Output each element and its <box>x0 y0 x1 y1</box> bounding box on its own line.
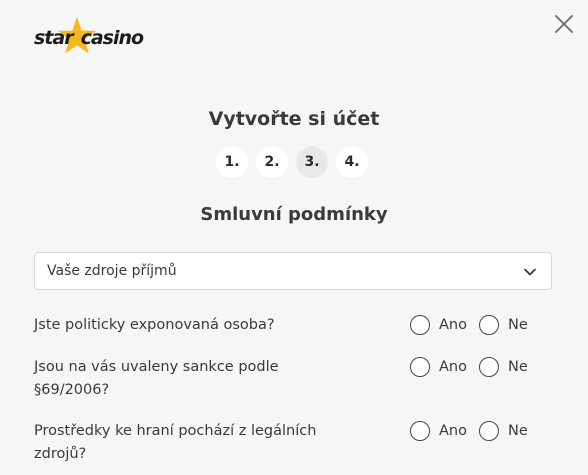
question-legal-funds-no[interactable]: Ne <box>478 421 528 441</box>
question-pep-yes[interactable]: Ano <box>410 315 467 335</box>
question-pep-no[interactable]: Ne <box>478 315 528 335</box>
step-4: 4. <box>336 146 368 178</box>
radio-label-yes: Ano <box>439 359 467 375</box>
radio-button[interactable] <box>410 357 430 377</box>
question-pep: Jste politicky exponovaná osoba? <box>34 317 275 333</box>
radio-label-yes: Ano <box>439 317 467 333</box>
radio-button[interactable] <box>478 315 499 335</box>
brand-wordmark: star casino <box>34 27 144 49</box>
income-source-select-value: Vaše zdroje příjmů <box>47 263 177 279</box>
step-1: 1. <box>216 146 248 178</box>
close-icon <box>555 15 573 33</box>
radio-label-no: Ne <box>507 317 528 333</box>
income-source-select[interactable]: Vaše zdroje příjmů <box>34 252 552 290</box>
step-2: 2. <box>256 146 288 178</box>
question-sanctions: Jsou na vás uvaleny sankce podle §69/200… <box>34 359 279 398</box>
step-indicator: 1. 2. 3. 4. <box>216 146 376 180</box>
question-sanctions-options: Ano Ne <box>410 357 540 377</box>
radio-label-yes: Ano <box>439 423 467 439</box>
section-title: Smluvní podmínky <box>200 204 388 225</box>
radio-label-no: Ne <box>507 359 528 375</box>
question-legal-funds-options: Ano Ne <box>410 421 540 441</box>
question-sanctions-no[interactable]: Ne <box>478 357 528 377</box>
brand-part-2: casino <box>80 27 144 49</box>
question-legal-funds: Prostředky ke hraní pochází z legálních … <box>34 423 317 462</box>
question-sanctions-yes[interactable]: Ano <box>410 357 467 377</box>
question-legal-funds-yes[interactable]: Ano <box>410 421 467 441</box>
question-pep-options: Ano Ne <box>410 315 540 335</box>
close-button[interactable] <box>552 12 576 36</box>
starcasino-logo: star casino <box>34 16 164 60</box>
page-title: Vytvořte si účet <box>208 108 380 130</box>
brand-part-1: star <box>34 27 74 49</box>
radio-button[interactable] <box>410 315 430 335</box>
radio-button[interactable] <box>478 421 499 441</box>
radio-button[interactable] <box>478 357 499 377</box>
radio-label-no: Ne <box>507 423 528 439</box>
step-3-current: 3. <box>296 146 328 178</box>
registration-modal: star casino Vytvořte si účet 1. 2. 3. 4. … <box>0 0 588 475</box>
chevron-down-icon <box>524 268 536 276</box>
radio-button[interactable] <box>410 421 430 441</box>
